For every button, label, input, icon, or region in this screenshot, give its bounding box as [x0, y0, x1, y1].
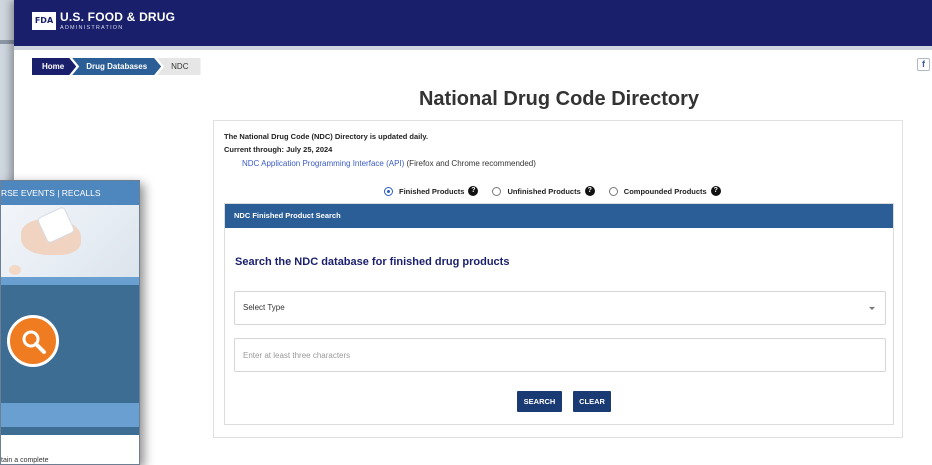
breadcrumb-current: NDC — [157, 58, 201, 75]
search-card: The National Drug Code (NDC) Directory i… — [213, 120, 903, 438]
api-link[interactable]: NDC Application Programming Interface (A… — [242, 159, 404, 168]
overlay-dark-panel — [1, 285, 139, 403]
overlay-band-dark — [1, 427, 139, 435]
fda-browser-window: FDA U.S. FOOD & DRUG ADMINISTRATION Home… — [14, 0, 932, 465]
clear-button[interactable]: CLEAR — [573, 391, 611, 412]
panel-header: NDC Finished Product Search — [225, 204, 893, 228]
radio-compounded-products[interactable] — [608, 186, 618, 196]
breadcrumb-drug-databases[interactable]: Drug Databases — [72, 58, 161, 75]
radio-label-finished[interactable]: Finished Products — [399, 187, 464, 196]
overlay-strip — [1, 277, 139, 285]
current-through: Current through: July 25, 2024 — [224, 145, 333, 154]
search-icon[interactable] — [7, 315, 59, 367]
pill-image — [9, 265, 21, 275]
overlay-nav-bar[interactable]: RSE EVENTS | RECALLS — [1, 181, 139, 205]
agency-name[interactable]: U.S. FOOD & DRUG — [60, 10, 175, 24]
overlay-band — [1, 403, 139, 427]
select-type-dropdown[interactable]: Select Type — [234, 291, 886, 325]
radio-label-unfinished[interactable]: Unfinished Products — [507, 187, 580, 196]
select-type-value: Select Type — [243, 303, 285, 312]
breadcrumb-home[interactable]: Home — [32, 58, 76, 75]
facebook-icon[interactable]: f — [917, 58, 930, 71]
help-icon[interactable]: ? — [468, 186, 479, 196]
breadcrumb: Home Drug Databases NDC — [32, 58, 201, 75]
panel-heading: Search the NDC database for finished dru… — [235, 256, 510, 268]
finished-product-search-panel: NDC Finished Product Search Search the N… — [224, 203, 894, 425]
help-icon[interactable]: ? — [584, 186, 595, 196]
overlay-body-text: tain a complete — [1, 457, 49, 464]
update-note: The National Drug Code (NDC) Directory i… — [224, 132, 429, 141]
inset-webpage-overlay: RSE EVENTS | RECALLS tain a complete — [0, 180, 140, 465]
overlay-hero-image — [1, 205, 139, 277]
product-type-radios: Finished Products ? Unfinished Products … — [384, 184, 735, 198]
search-input[interactable] — [234, 338, 886, 372]
background-window-bar — [0, 40, 14, 44]
chevron-down-icon — [869, 307, 875, 310]
radio-finished-products[interactable] — [384, 186, 393, 196]
help-icon[interactable]: ? — [710, 186, 721, 196]
page-title: National Drug Code Directory — [418, 88, 700, 110]
fda-logo-icon[interactable]: FDA — [32, 12, 56, 30]
search-button[interactable]: SEARCH — [517, 391, 562, 412]
agency-subtitle: ADMINISTRATION — [60, 25, 124, 31]
radio-label-compounded[interactable]: Compounded Products — [624, 187, 707, 196]
header-divider — [14, 46, 932, 50]
radio-unfinished-products[interactable] — [492, 186, 502, 196]
api-note: (Firefox and Chrome recommended) — [404, 159, 536, 168]
api-line: NDC Application Programming Interface (A… — [242, 159, 536, 168]
fda-header: FDA U.S. FOOD & DRUG ADMINISTRATION — [14, 0, 932, 46]
